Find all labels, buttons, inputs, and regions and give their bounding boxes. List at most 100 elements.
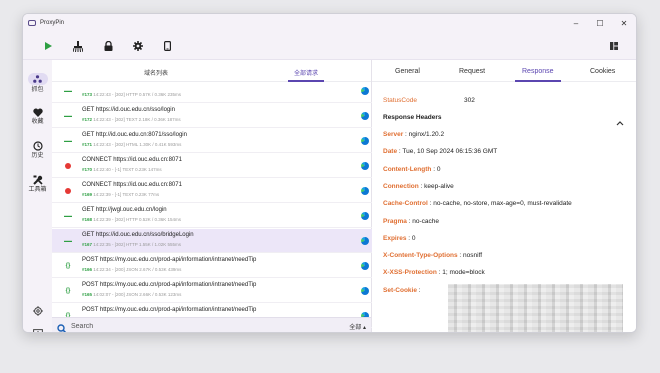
header-value: nginx/1.20.2 (408, 131, 445, 138)
request-meta: #172 14:22:43 - [302] TEXT 2.18K / 0.36K… (82, 117, 181, 122)
sidebar-item-capture[interactable]: 抓包 (23, 73, 52, 94)
sidebar-item-label: 收藏 (31, 119, 44, 125)
sidebar-settings-button[interactable] (23, 306, 52, 316)
ssl-lock-button[interactable] (99, 37, 117, 55)
clear-button[interactable] (69, 37, 87, 55)
mobile-connect-button[interactable] (158, 37, 176, 55)
request-filter-select[interactable]: 全部 ▴ (349, 322, 366, 331)
redirect-status-icon: ▬▬ (64, 138, 72, 143)
toolbar (23, 32, 636, 60)
browser-edge-icon (361, 112, 369, 120)
sidebar-item-favorites[interactable]: 收藏 (23, 108, 52, 126)
header-key: Expires (383, 234, 407, 242)
close-button[interactable]: ✕ (612, 14, 636, 32)
request-title: CONNECT https://id.ouc.edu.cn:8071 (82, 182, 182, 188)
tab-cookies[interactable]: Cookies (590, 68, 615, 75)
browser-edge-icon (361, 212, 369, 220)
request-row[interactable]: ▬▬ GET http://id.ouc.edu.cn:8071/sso/logi… (52, 129, 372, 153)
response-headers-title: Response Headers (383, 114, 442, 121)
request-row[interactable]: ▬▬ GET https://id.ouc.edu.cn/sso/bridgeLo… (52, 229, 372, 253)
feedback-icon (23, 329, 52, 332)
sidebar-feedback-button[interactable] (23, 329, 52, 332)
json-type-icon: {} (65, 263, 71, 269)
tab-request[interactable]: Request (459, 68, 485, 75)
request-title: POST https://my.ouc.edu.cn/prod-api/info… (82, 257, 257, 263)
search-bar: 全部 ▴ (52, 317, 371, 332)
header-key: X-Content-Type-Options (383, 252, 458, 260)
request-number: #168 (82, 217, 93, 222)
request-filter-value: 全部 (349, 325, 362, 331)
maximize-button[interactable]: ☐ (588, 14, 612, 32)
request-meta-text: 14:02:07 - [200] JSON 2.66K / 0.53K 123m… (93, 292, 182, 297)
response-header-row: Cache-Control : no-cache, no-store, max-… (383, 200, 572, 208)
request-meta: #167 14:22:35 - [302] HTTP 1.55K / 1.02K… (82, 242, 181, 247)
window-controls: – ☐ ✕ (564, 14, 636, 32)
request-meta-text: 14:22:34 - [200] JSON 2.67K / 0.53K 439m… (93, 267, 182, 272)
request-number: #169 (82, 192, 93, 197)
request-title: GET https://id.ouc.edu.cn/sso/bridgeLogi… (82, 232, 194, 238)
header-key: Cache-Control (383, 200, 428, 208)
request-title: POST https://my.ouc.edu.cn/prod-api/info… (82, 282, 257, 288)
request-row[interactable]: {} POST https://my.ouc.edu.cn/prod-api/in… (52, 279, 372, 303)
redacted-cookie-value (448, 284, 623, 332)
history-icon (23, 141, 52, 151)
layout-toggle-button[interactable] (605, 37, 623, 55)
request-meta: #169 14:22:39 - [-1] TEXT 0.23K 77ms (82, 192, 159, 197)
response-header-row: Connection : keep-alive (383, 182, 454, 190)
request-row[interactable]: {} POST https://my.ouc.edu.cn/prod-api/in… (52, 254, 372, 278)
settings-button[interactable] (129, 37, 147, 55)
status-code-row: StatusCode 302 (383, 97, 475, 104)
collapse-headers-button[interactable] (616, 113, 624, 131)
header-value: no-cache, no-store, max-age=0, must-reva… (433, 200, 572, 208)
response-header-row: Set-Cookie : (383, 286, 421, 294)
gear-icon (23, 306, 52, 316)
request-row[interactable]: ▬▬ #173 14:22:43 - [302] HTTP 0.57K / 0.3… (52, 79, 372, 103)
lock-icon (104, 41, 112, 51)
start-capture-button[interactable] (39, 37, 57, 55)
request-number: #170 (82, 167, 93, 172)
request-meta: #171 14:22:43 - [302] HTML 1.30K / 0.41K… (82, 142, 181, 147)
layout-icon (610, 42, 618, 50)
app-window: ProxyPin – ☐ ✕ 抓包 收藏 历史 工具箱 域名列表 全部请求 ▬▬… (22, 13, 637, 333)
tab-general[interactable]: General (395, 68, 420, 75)
browser-edge-icon (361, 237, 369, 245)
sidebar-item-label: 工具箱 (28, 187, 47, 193)
response-header-row: Server : nginx/1.20.2 (383, 131, 445, 138)
request-number: #171 (82, 142, 93, 147)
request-meta-text: 14:22:43 - [302] HTTP 0.57K / 0.36K 235m… (93, 92, 182, 97)
redirect-status-icon: ▬▬ (64, 213, 72, 218)
redirect-status-icon: ▬▬ (64, 88, 72, 93)
header-value: no-cache (412, 217, 440, 225)
request-meta-text: 14:22:35 - [302] HTTP 1.55K / 1.02K 555m… (93, 242, 182, 247)
request-row[interactable]: CONNECT https://id.ouc.edu.cn:8071 #170 1… (52, 154, 372, 178)
response-header-row: X-Content-Type-Options : nosniff (383, 252, 483, 260)
response-header-row: Expires : 0 (383, 234, 416, 242)
request-row[interactable]: ▬▬ GET http://jwgl.ouc.edu.cn/login #168 1… (52, 204, 372, 228)
request-meta: #170 14:22:40 - [-1] TEXT 0.23K 147ms (82, 167, 162, 172)
header-key: Pragma (383, 217, 407, 225)
search-input[interactable] (71, 321, 311, 332)
tab-domain-list[interactable]: 域名列表 (144, 68, 168, 77)
sidebar: 抓包 收藏 历史 工具箱 (23, 60, 52, 332)
sidebar-item-toolbox[interactable]: 工具箱 (23, 175, 52, 194)
tab-response[interactable]: Response (522, 68, 554, 75)
browser-edge-icon (361, 187, 369, 195)
title-bar: ProxyPin – ☐ ✕ (23, 14, 636, 32)
gear-icon (133, 41, 143, 51)
minimize-button[interactable]: – (564, 14, 588, 32)
browser-edge-icon (361, 287, 369, 295)
response-header-row: X-XSS-Protection : 1; mode=block (383, 269, 485, 277)
phone-icon (163, 41, 171, 51)
request-row[interactable]: ▬▬ GET https://id.ouc.edu.cn/sso/login #17… (52, 104, 372, 128)
request-meta: #165 14:02:07 - [200] JSON 2.66K / 0.53K… (82, 292, 181, 297)
request-meta-text: 14:22:39 - [302] HTTP 0.52K / 0.36K 154m… (93, 217, 182, 222)
browser-edge-icon (361, 262, 369, 270)
sidebar-item-history[interactable]: 历史 (23, 141, 52, 160)
request-number: #165 (82, 292, 93, 297)
request-title: GET https://id.ouc.edu.cn/sso/login (82, 107, 175, 113)
response-header-row: Pragma : no-cache (383, 217, 440, 225)
request-row[interactable]: CONNECT https://id.ouc.edu.cn:8071 #169 1… (52, 179, 372, 203)
request-meta: #166 14:22:34 - [200] JSON 2.67K / 0.53K… (82, 267, 181, 272)
tab-all-requests[interactable]: 全部请求 (294, 68, 318, 77)
redirect-status-icon: ▬▬ (64, 113, 72, 118)
